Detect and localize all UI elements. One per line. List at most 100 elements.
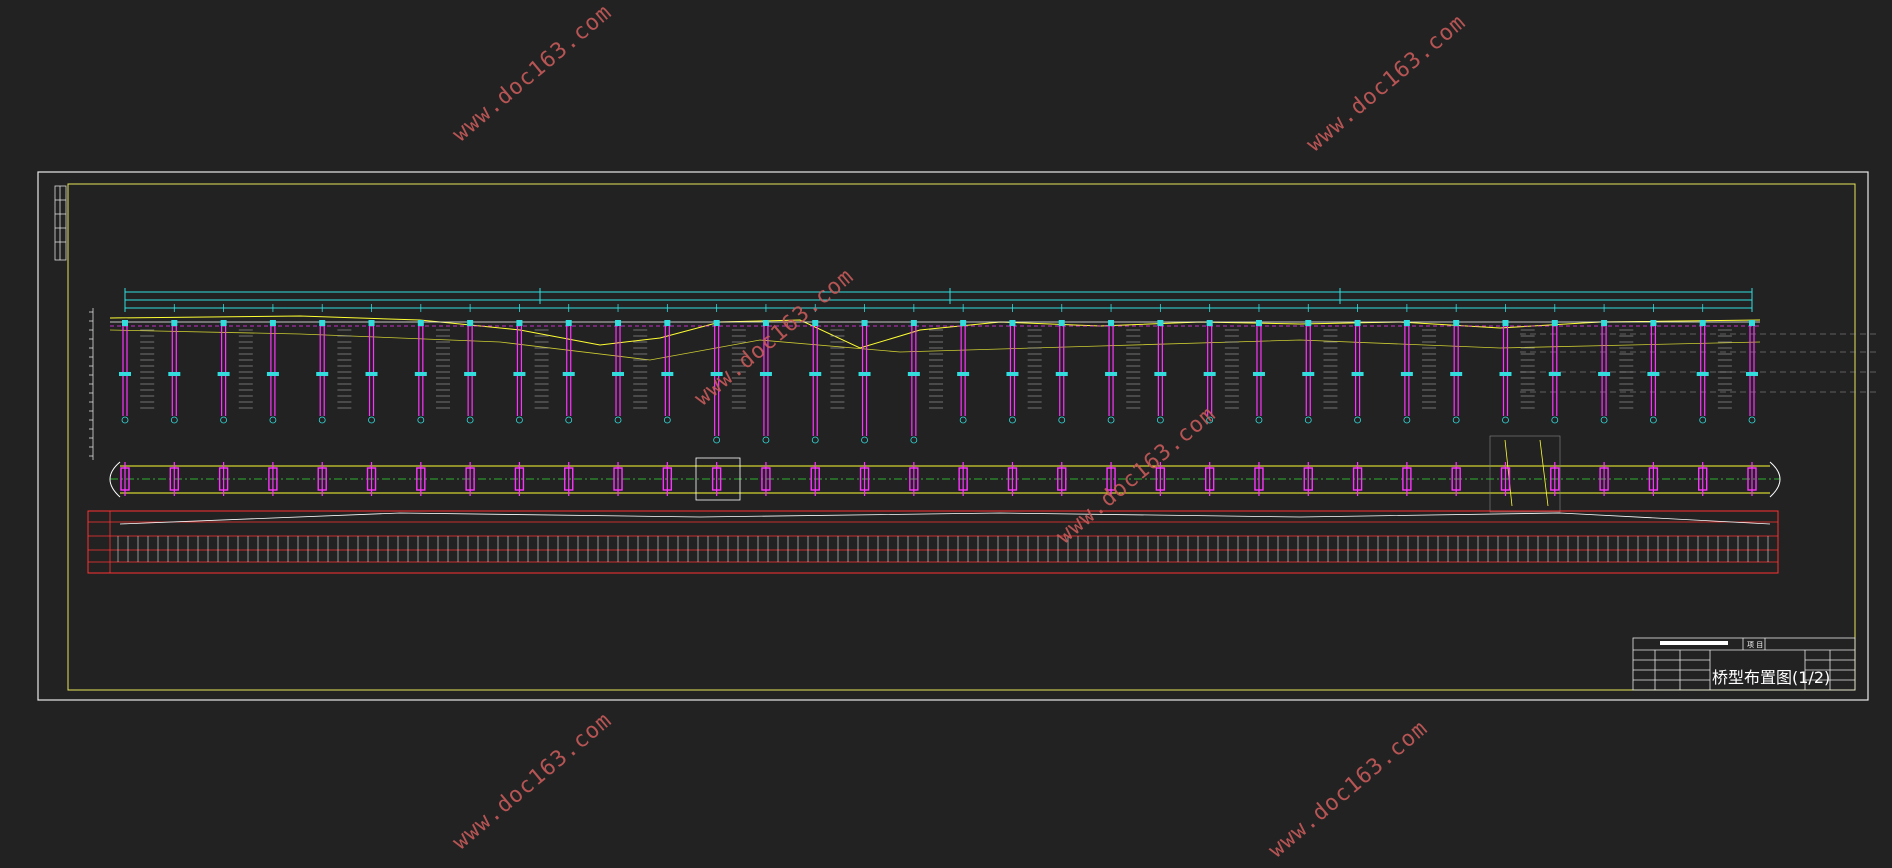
- piers-elevation: [119, 320, 1758, 444]
- pier-tie-beam: [316, 372, 329, 376]
- pier-tie-beam: [1006, 372, 1019, 376]
- pier-cap: [1206, 320, 1213, 326]
- pier-tie-beam: [266, 372, 279, 376]
- pier-cap: [122, 320, 128, 326]
- pier-tag: [1058, 416, 1066, 424]
- profile-table: [87, 510, 1779, 574]
- inner-frame: [67, 183, 1856, 691]
- profile-table-columns: [117, 536, 1769, 562]
- pier-tie-beam: [365, 372, 378, 376]
- pier-tag: [1551, 416, 1559, 424]
- pier-tag: [466, 416, 474, 424]
- pier-tag: [1600, 416, 1608, 424]
- pier-tie-beam: [1450, 372, 1463, 376]
- pier-tie-beam: [1154, 372, 1167, 376]
- pier-tie-beam: [1351, 372, 1364, 376]
- pier-tie-beam: [1647, 372, 1660, 376]
- pier-tie-beam: [414, 372, 427, 376]
- pier-tag: [910, 436, 918, 444]
- drawing-title: 桥型布置图(1/2): [1712, 668, 1831, 687]
- dimension-lines: [124, 288, 1753, 312]
- pier-tie-beam: [1400, 372, 1413, 376]
- pier-tie-beam: [1203, 372, 1216, 376]
- pier-tie-beam: [809, 372, 822, 376]
- pier-cap: [1403, 320, 1410, 326]
- pier-cap: [220, 320, 227, 326]
- pier-cap: [1650, 320, 1657, 326]
- pier-tie-beam: [1598, 372, 1611, 376]
- pier-tag: [417, 416, 425, 424]
- geology-columns: [140, 329, 1732, 409]
- pier-cap: [516, 320, 523, 326]
- pier-cap: [1108, 320, 1115, 326]
- pier-cap: [1255, 320, 1262, 326]
- pier-cap: [1009, 320, 1016, 326]
- pier-cap: [269, 320, 276, 326]
- pier-tie-beam: [957, 372, 970, 376]
- pier-cap: [319, 320, 326, 326]
- pier-cap: [467, 320, 474, 326]
- pier-tie-beam: [661, 372, 674, 376]
- pier-cap: [1305, 320, 1312, 326]
- pier-cap: [1699, 320, 1706, 326]
- pier-cap: [565, 320, 572, 326]
- pier-tag: [614, 416, 622, 424]
- pier-tag: [565, 416, 573, 424]
- pier-cap: [861, 320, 868, 326]
- elevation-scale-ticks: [89, 311, 93, 457]
- pier-cap: [615, 320, 622, 326]
- pier-tag: [762, 436, 770, 444]
- pier-cap: [960, 320, 967, 326]
- pier-tag: [1107, 416, 1115, 424]
- cad-drawing-canvas: [37, 171, 1880, 701]
- pier-tie-beam: [907, 372, 920, 376]
- pier-cap: [1453, 320, 1460, 326]
- project-label: 项 目: [1747, 641, 1764, 649]
- pier-tie-beam: [513, 372, 526, 376]
- pier-cap: [1058, 320, 1065, 326]
- pier-tie-beam: [1055, 372, 1068, 376]
- pier-tag: [1452, 416, 1460, 424]
- pier-tag: [1699, 416, 1707, 424]
- pier-tie-beam: [168, 372, 181, 376]
- pier-tie-beam: [858, 372, 871, 376]
- pier-tag: [1748, 416, 1756, 424]
- pier-tie-beam: [759, 372, 772, 376]
- binding-strip: [54, 185, 67, 261]
- pier-tag: [1502, 416, 1509, 424]
- pier-tag: [959, 416, 967, 424]
- pier-tag: [861, 436, 868, 444]
- pier-tag: [368, 416, 375, 424]
- pier-tag: [1354, 416, 1361, 424]
- pier-cap: [368, 320, 375, 326]
- pier-tie-beam: [119, 372, 131, 376]
- pier-tag: [121, 416, 129, 424]
- pier-cap: [1354, 320, 1361, 326]
- pier-tie-beam: [1548, 372, 1561, 376]
- pier-tie-beam: [1302, 372, 1315, 376]
- pier-cap: [1601, 320, 1608, 326]
- pier-tag: [269, 416, 277, 424]
- pier-cap: [1749, 320, 1755, 326]
- outer-frame: [37, 171, 1869, 701]
- pier-cap: [1502, 320, 1509, 326]
- pier-tag: [713, 436, 721, 444]
- plan-view: [109, 435, 1781, 513]
- pier-tie-beam: [1499, 372, 1512, 376]
- pier-cap: [910, 320, 917, 326]
- pier-tag: [1403, 416, 1411, 424]
- pier-tie-beam: [612, 372, 625, 376]
- pier-tag: [318, 416, 326, 424]
- pier-tie-beam: [1696, 372, 1709, 376]
- ground-lines: [109, 315, 1880, 393]
- pier-tag: [811, 436, 819, 444]
- pier-tag: [1009, 416, 1016, 424]
- pier-tie-beam: [562, 372, 575, 376]
- pier-tie-beam: [464, 372, 477, 376]
- pier-cap: [171, 320, 178, 326]
- pier-tag: [170, 416, 178, 424]
- pier-tag: [220, 416, 228, 424]
- pier-tag: [1649, 416, 1657, 424]
- pier-tie-beam: [1105, 372, 1118, 376]
- pier-tag: [1156, 416, 1164, 424]
